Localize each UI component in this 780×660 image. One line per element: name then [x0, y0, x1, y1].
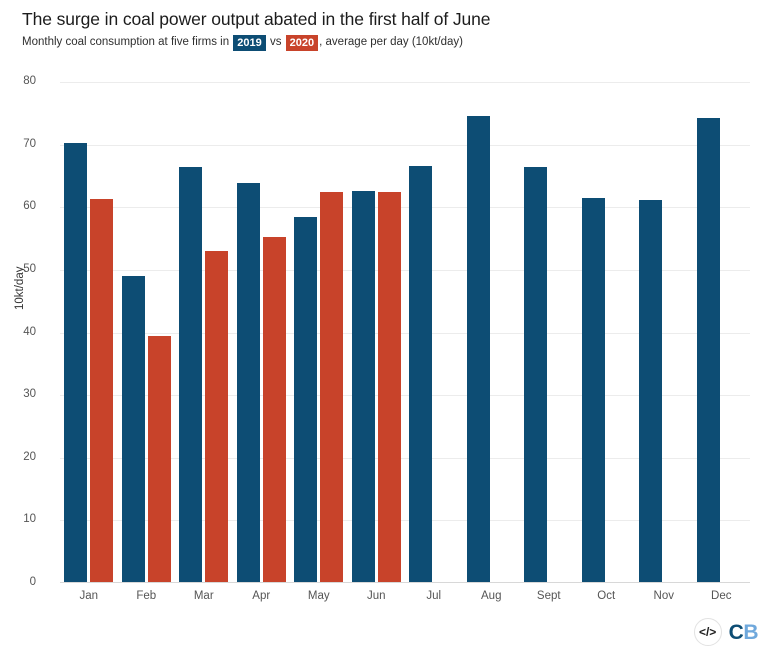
y-tick-label: 60 — [23, 200, 36, 213]
y-tick-label: 50 — [23, 262, 36, 275]
brand-logo: </> CB — [693, 618, 759, 646]
subtitle-text-vs: vs — [266, 36, 285, 49]
y-tick-label: 40 — [23, 325, 36, 338]
embed-code-icon[interactable]: </> — [693, 618, 722, 646]
bar-2019[interactable] — [409, 165, 433, 583]
bar-group — [696, 82, 746, 583]
bar-2019[interactable] — [64, 142, 88, 583]
x-tick-label: Oct — [597, 590, 616, 602]
bar-2020[interactable] — [90, 199, 114, 583]
wordmark-c: C — [728, 620, 744, 644]
bar-2020[interactable] — [320, 191, 344, 583]
x-tick-label: Jun — [366, 590, 386, 602]
page-title: The surge in coal power output abated in… — [22, 9, 491, 29]
y-tick-label: 70 — [23, 137, 36, 150]
bar-2019[interactable] — [236, 183, 260, 583]
chart-figure: The surge in coal power output abated in… — [0, 0, 780, 660]
plot-area: 0 10 20 30 40 50 60 70 80 Jan Feb Mar Apr May Jun Jul A… — [23, 75, 750, 602]
subtitle-text-lead: Monthly coal consumption at five firms i… — [22, 36, 233, 49]
bar-2019[interactable] — [581, 197, 605, 583]
bar-group — [351, 82, 401, 583]
x-tick-label: Jan — [79, 590, 99, 602]
bar-group — [466, 82, 516, 583]
x-tick-label: Apr — [252, 590, 271, 602]
bar-2019[interactable] — [696, 117, 720, 583]
bar-2020[interactable] — [147, 336, 171, 583]
chart-header: The surge in coal power output abated in… — [22, 8, 762, 51]
y-tick-label: 30 — [23, 388, 36, 401]
x-tick-label: Aug — [481, 590, 502, 602]
bar-2019[interactable] — [639, 199, 663, 583]
x-tick-label: Dec — [711, 590, 732, 602]
x-tick-label: Nov — [653, 590, 674, 602]
wordmark-b: B — [743, 620, 758, 644]
bar-group — [179, 82, 229, 583]
bar-2019[interactable] — [179, 166, 203, 583]
bar-2019[interactable] — [121, 275, 145, 583]
legend-badge-2019: 2019 — [233, 35, 266, 51]
bar-group — [581, 82, 631, 583]
y-tick-label: 20 — [23, 450, 36, 463]
bar-group — [121, 82, 171, 583]
bar-group — [294, 82, 344, 583]
bar-group — [64, 82, 114, 583]
bar-group — [524, 82, 573, 583]
bar-2019[interactable] — [294, 216, 318, 583]
bar-2020[interactable] — [377, 192, 401, 583]
y-tick-label: 80 — [23, 75, 36, 87]
bar-2020[interactable] — [205, 251, 229, 583]
x-axis-baseline — [60, 582, 750, 583]
x-tick-label: Feb — [136, 590, 157, 602]
bar-group — [409, 82, 458, 583]
bar-2019[interactable] — [524, 166, 548, 583]
bar-2019[interactable] — [351, 190, 375, 583]
y-tick-label: 0 — [29, 576, 36, 588]
x-tick-label: Jul — [426, 590, 442, 602]
x-tick-label: Mar — [193, 590, 214, 602]
bar-group — [236, 82, 286, 583]
subtitle-text-trail: , average per day (10kt/day) — [319, 36, 463, 49]
bar-2019[interactable] — [466, 115, 490, 583]
bar-group — [639, 82, 688, 583]
y-tick-label: 10 — [23, 513, 36, 526]
carbon-brief-wordmark: CB — [728, 620, 759, 644]
bar-2020[interactable] — [262, 236, 286, 583]
x-tick-label: Sept — [536, 590, 561, 602]
x-tick-label: May — [307, 590, 330, 602]
legend-badge-2020: 2020 — [285, 35, 319, 51]
chart-subtitle: Monthly coal consumption at five firms i… — [22, 35, 762, 51]
